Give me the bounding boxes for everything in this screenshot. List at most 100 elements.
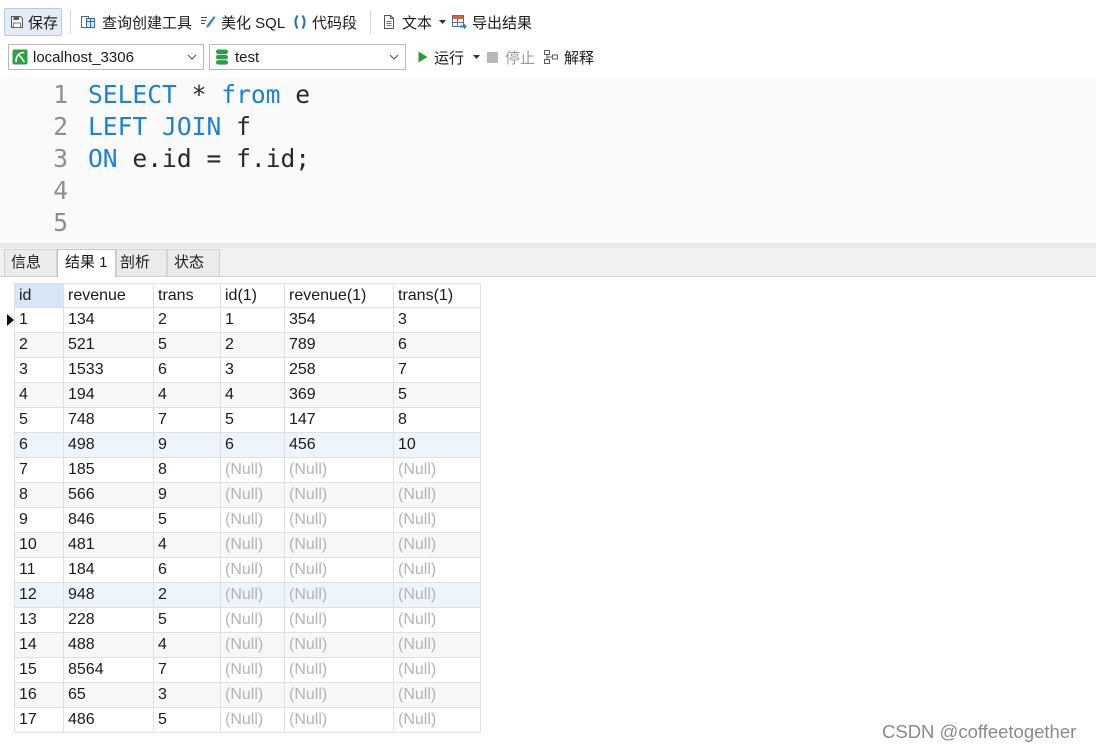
result-cell[interactable]: 4	[154, 533, 221, 558]
result-cell[interactable]: 354	[285, 308, 394, 333]
result-cell[interactable]: 846	[64, 508, 154, 533]
code-snippet-button[interactable]: 代码段	[292, 8, 357, 36]
result-cell[interactable]: 4	[154, 633, 221, 658]
result-cell[interactable]: 6	[154, 558, 221, 583]
result-cell[interactable]: 748	[64, 408, 154, 433]
result-cell[interactable]: 6	[15, 433, 64, 458]
result-cell[interactable]: 228	[64, 608, 154, 633]
result-cell[interactable]: 3	[221, 358, 285, 383]
result-cell[interactable]: (Null)	[221, 633, 285, 658]
result-row[interactable]: 10 481 4 (Null) (Null) (Null)	[4, 533, 481, 558]
code-line[interactable]: 2 LEFT JOIN f	[0, 111, 310, 143]
beautify-sql-button[interactable]: 美化 SQL	[200, 8, 285, 36]
result-cell[interactable]: (Null)	[221, 658, 285, 683]
tab-status[interactable]: 状态	[167, 249, 220, 276]
result-cell[interactable]: 566	[64, 483, 154, 508]
result-cell[interactable]: 8	[154, 458, 221, 483]
result-cell[interactable]: (Null)	[285, 708, 394, 733]
result-cell[interactable]: 12	[15, 583, 64, 608]
result-cell[interactable]: 3	[394, 308, 481, 333]
result-cell[interactable]: (Null)	[221, 558, 285, 583]
result-cell[interactable]: 147	[285, 408, 394, 433]
result-row[interactable]: 7 185 8 (Null) (Null) (Null)	[4, 458, 481, 483]
result-cell[interactable]: 5	[221, 408, 285, 433]
result-row[interactable]: 13 228 5 (Null) (Null) (Null)	[4, 608, 481, 633]
result-row[interactable]: 16 65 3 (Null) (Null) (Null)	[4, 683, 481, 708]
result-cell[interactable]: 9	[154, 483, 221, 508]
result-cell[interactable]: 9	[154, 433, 221, 458]
result-cell[interactable]: 16	[15, 683, 64, 708]
result-cell[interactable]: 2	[221, 333, 285, 358]
result-cell[interactable]: (Null)	[285, 483, 394, 508]
result-cell[interactable]: 6	[394, 333, 481, 358]
result-cell[interactable]: (Null)	[394, 483, 481, 508]
result-cell[interactable]: 5	[154, 708, 221, 733]
result-row[interactable]: 1 134 2 1 354 3	[4, 308, 481, 333]
result-cell[interactable]: 13	[15, 608, 64, 633]
result-cell[interactable]: 2	[154, 308, 221, 333]
result-cell[interactable]: (Null)	[221, 508, 285, 533]
result-cell[interactable]: (Null)	[221, 533, 285, 558]
result-cell[interactable]: 5	[154, 508, 221, 533]
result-cell[interactable]: 4	[154, 383, 221, 408]
result-row[interactable]: 8 566 9 (Null) (Null) (Null)	[4, 483, 481, 508]
result-cell[interactable]: 8	[394, 408, 481, 433]
tab-profile[interactable]: 剖析	[116, 249, 167, 276]
result-row[interactable]: 14 488 4 (Null) (Null) (Null)	[4, 633, 481, 658]
result-cell[interactable]: (Null)	[394, 583, 481, 608]
code-line[interactable]: 4	[0, 175, 310, 207]
result-cell[interactable]: 456	[285, 433, 394, 458]
tab-result-1[interactable]: 结果 1	[57, 249, 116, 277]
result-cell[interactable]: 5	[154, 608, 221, 633]
result-cell[interactable]: (Null)	[394, 533, 481, 558]
result-cell[interactable]: 2	[154, 583, 221, 608]
result-cell[interactable]: 194	[64, 383, 154, 408]
result-cell[interactable]: (Null)	[285, 558, 394, 583]
result-cell[interactable]: (Null)	[394, 558, 481, 583]
result-row[interactable]: 3 1533 6 3 258 7	[4, 358, 481, 383]
column-header-trans[interactable]: trans	[154, 283, 221, 308]
column-header-id[interactable]: id	[15, 283, 64, 308]
result-cell[interactable]: 8	[15, 483, 64, 508]
code-line[interactable]: 5	[0, 207, 310, 239]
result-cell[interactable]: (Null)	[285, 658, 394, 683]
result-cell[interactable]: 481	[64, 533, 154, 558]
result-cell[interactable]: (Null)	[394, 658, 481, 683]
result-cell[interactable]: (Null)	[285, 608, 394, 633]
column-header-id-1[interactable]: id(1)	[221, 283, 285, 308]
result-row[interactable]: 4 194 4 4 369 5	[4, 383, 481, 408]
result-cell[interactable]: (Null)	[285, 583, 394, 608]
column-header-trans-1[interactable]: trans(1)	[394, 283, 481, 308]
result-cell[interactable]: (Null)	[221, 483, 285, 508]
result-cell[interactable]: (Null)	[285, 458, 394, 483]
result-cell[interactable]: (Null)	[394, 708, 481, 733]
run-button[interactable]: 运行	[418, 44, 481, 70]
result-cell[interactable]: (Null)	[221, 683, 285, 708]
result-cell[interactable]: 65	[64, 683, 154, 708]
result-cell[interactable]: 789	[285, 333, 394, 358]
result-cell[interactable]: (Null)	[221, 583, 285, 608]
result-cell[interactable]: (Null)	[394, 458, 481, 483]
result-cell[interactable]: 17	[15, 708, 64, 733]
result-cell[interactable]: (Null)	[285, 533, 394, 558]
result-cell[interactable]: 521	[64, 333, 154, 358]
result-cell[interactable]: 1533	[64, 358, 154, 383]
explain-button[interactable]: 解释	[543, 44, 594, 70]
result-cell[interactable]: 5	[394, 383, 481, 408]
result-cell[interactable]: 185	[64, 458, 154, 483]
result-cell[interactable]: 7	[394, 358, 481, 383]
tab-info[interactable]: 信息	[4, 249, 57, 276]
result-cell[interactable]: 2	[15, 333, 64, 358]
result-cell[interactable]: 258	[285, 358, 394, 383]
result-cell[interactable]: (Null)	[285, 633, 394, 658]
database-select[interactable]: test	[209, 44, 406, 70]
result-row[interactable]: 6 498 9 6 456 10	[4, 433, 481, 458]
sql-editor[interactable]: 1 SELECT * from e 2 LEFT JOIN f 3 ON e.id = f…	[0, 78, 1096, 243]
result-row[interactable]: 9 846 5 (Null) (Null) (Null)	[4, 508, 481, 533]
column-header-revenue-1[interactable]: revenue(1)	[285, 283, 394, 308]
result-row[interactable]: 5 748 7 5 147 8	[4, 408, 481, 433]
result-row[interactable]: 17 486 5 (Null) (Null) (Null)	[4, 708, 481, 733]
result-cell[interactable]: 10	[15, 533, 64, 558]
result-cell[interactable]: (Null)	[394, 508, 481, 533]
result-cell[interactable]: (Null)	[394, 608, 481, 633]
